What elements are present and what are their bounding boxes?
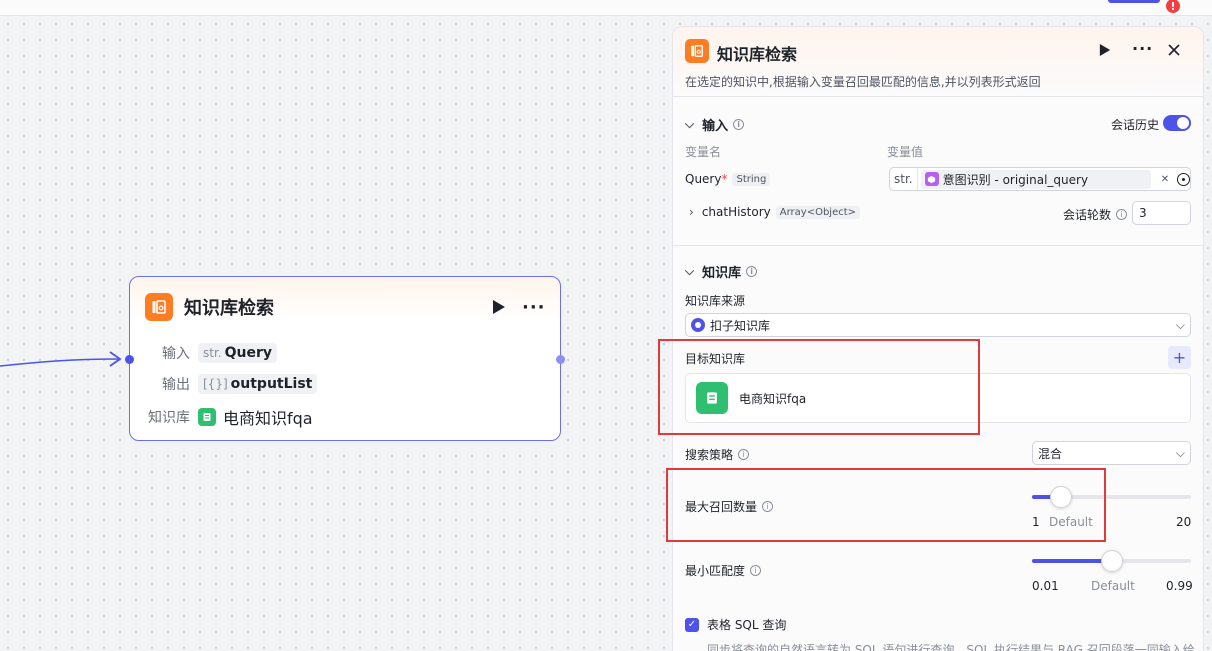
history-label: 会话历史 [1111, 118, 1160, 132]
output-port[interactable] [556, 355, 565, 364]
info-icon[interactable]: i [738, 449, 750, 460]
more-icon[interactable]: ··· [522, 297, 546, 318]
chat-history-name: chatHistory [701, 205, 771, 219]
rounds-value: 3 [1139, 206, 1147, 220]
sql-option[interactable]: ✓ 表格 SQL 查询 [685, 616, 786, 633]
min-match-min: 0.01 [1032, 579, 1059, 593]
query-param: Query * String [685, 172, 771, 186]
highlight-max-recall [666, 468, 1106, 542]
rounds-label-wrap: 会话轮数 i [1063, 206, 1128, 223]
top-tab-indicator [1108, 0, 1160, 3]
sql-label: 表格 SQL 查询 [707, 618, 787, 632]
chevron-down-icon: ⌵ [1175, 317, 1185, 332]
chat-history-param[interactable]: › chatHistory Array<Object> [689, 205, 861, 219]
close-icon[interactable] [1167, 43, 1181, 57]
query-name: Query [685, 172, 722, 186]
info-icon[interactable]: i [1116, 209, 1128, 220]
node-input-chip: str. Query [198, 343, 278, 363]
strategy-select[interactable]: 混合 ⌵ [1032, 441, 1191, 465]
query-type-tag: String [732, 172, 771, 186]
query-ref-chip: 意图识别 - original_query [920, 169, 1151, 189]
kb-source-label: 知识库来源 [685, 294, 746, 308]
sql-description: 同步将查询的自然语言转为 SQL 语句进行查询，SQL 执行结果与 RAG 召回… [707, 643, 1195, 651]
history-toggle[interactable] [1163, 115, 1191, 131]
chevron-right-icon: › [689, 205, 694, 219]
more-icon[interactable]: ··· [1132, 39, 1153, 58]
chat-history-type-tag: Array<Object> [775, 205, 861, 219]
panel-header: 知识库检索 ··· 在选定的知识中,根据输入变量召回最匹配的信息,并以列表形式返… [673, 27, 1203, 97]
alert-badge[interactable]: ! [1164, 0, 1182, 15]
rounds-label: 会话轮数 [1063, 208, 1112, 222]
min-match-slider[interactable] [1032, 550, 1191, 572]
panel-description: 在选定的知识中,根据输入变量召回最匹配的信息,并以列表形式返回 [685, 75, 1041, 89]
info-icon[interactable]: i [746, 266, 758, 277]
knowledge-retrieval-node[interactable]: 知识库检索 ··· 输入 str. Query 输出 [{}] outputList… [125, 276, 565, 441]
chevron-down-icon: ⌵ [1175, 445, 1185, 460]
highlight-target-kb [658, 339, 980, 435]
section-divider [673, 245, 1203, 246]
input-section-title: 输入 [702, 119, 729, 134]
chevron-down-icon: ⌵ [685, 264, 695, 278]
strategy-label: 搜索策略 [685, 448, 734, 462]
variable-picker-icon[interactable] [1177, 172, 1190, 186]
query-ref-value: 意图识别 - original_query [942, 172, 1089, 187]
clear-icon[interactable]: ✕ [1161, 174, 1169, 185]
panel-title: 知识库检索 [717, 45, 798, 64]
node-kb-value: 电商知识fqa [223, 409, 313, 428]
chevron-down-icon: ⌵ [685, 117, 695, 131]
required-mark: * [721, 172, 728, 186]
top-bar: ! [0, 0, 1212, 16]
rounds-input[interactable]: 3 [1132, 201, 1191, 225]
min-match-label-wrap: 最小匹配度 i [685, 562, 762, 579]
kb-source-select[interactable]: 扣子知识库 ⌵ [685, 313, 1191, 337]
node-kb-label: 知识库 [148, 410, 190, 426]
node-input-label: 输入 [162, 346, 190, 362]
min-match-slider-fill [1032, 559, 1112, 563]
info-icon[interactable]: i [733, 119, 745, 130]
kb-doc-icon [198, 408, 216, 426]
strategy-value: 混合 [1038, 446, 1063, 461]
coze-logo-icon [691, 318, 705, 332]
add-kb-icon[interactable]: + [1168, 346, 1191, 369]
run-icon[interactable] [492, 299, 506, 315]
node-output-label: 输出 [162, 377, 190, 393]
query-value-field[interactable]: str. 意图识别 - original_query ✕ [889, 167, 1191, 191]
knowledge-base-icon [685, 39, 709, 63]
node-output-chip: [{}] outputList [198, 374, 318, 394]
run-icon[interactable] [1099, 43, 1111, 57]
node-title: 知识库检索 [184, 298, 274, 319]
query-ref-prefix: str. [890, 168, 918, 190]
kb-source-value: 扣子知识库 [710, 318, 771, 333]
column-var-name: 变量名 [685, 145, 722, 159]
input-section-header[interactable]: ⌵ 输入 i [685, 115, 745, 134]
min-match-label: 最小匹配度 [685, 564, 746, 578]
sql-checkbox[interactable]: ✓ [685, 617, 699, 632]
column-var-value: 变量值 [887, 145, 924, 159]
intent-node-icon [924, 172, 939, 186]
info-icon[interactable]: i [750, 565, 762, 576]
min-match-default: Default [1091, 579, 1135, 593]
min-match-slider-thumb[interactable] [1101, 550, 1123, 572]
knowledge-base-icon [145, 293, 173, 321]
kb-section-title: 知识库 [702, 266, 742, 281]
strategy-label-wrap: 搜索策略 i [685, 446, 750, 463]
connection-edge [0, 351, 122, 367]
min-match-max: 0.99 [1166, 579, 1193, 593]
kb-section-header[interactable]: ⌵ 知识库 i [685, 262, 758, 281]
max-recall-max: 20 [1176, 515, 1192, 529]
